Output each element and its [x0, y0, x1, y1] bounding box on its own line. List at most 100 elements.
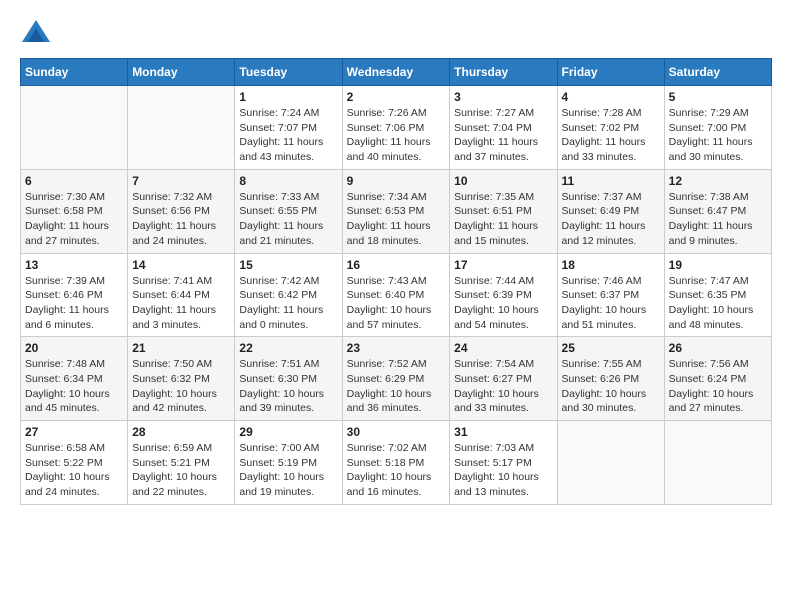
calendar-cell: 29Sunrise: 7:00 AM Sunset: 5:19 PM Dayli… — [235, 421, 342, 505]
day-detail: Sunrise: 7:27 AM Sunset: 7:04 PM Dayligh… — [454, 106, 552, 165]
day-detail: Sunrise: 7:55 AM Sunset: 6:26 PM Dayligh… — [562, 357, 660, 416]
day-detail: Sunrise: 7:26 AM Sunset: 7:06 PM Dayligh… — [347, 106, 446, 165]
calendar-cell: 4Sunrise: 7:28 AM Sunset: 7:02 PM Daylig… — [557, 86, 664, 170]
day-detail: Sunrise: 7:52 AM Sunset: 6:29 PM Dayligh… — [347, 357, 446, 416]
calendar-cell: 28 Sunrise: 6:59 AM Sunset: 5:21 PM Dayli… — [128, 421, 235, 505]
calendar-cell: 19Sunrise: 7:47 AM Sunset: 6:35 PM Dayli… — [664, 253, 771, 337]
day-number: 24 — [454, 341, 552, 355]
calendar-cell: 20 Sunrise: 7:48 AM Sunset: 6:34 PM Dayli… — [21, 337, 128, 421]
day-number: 28 — [132, 425, 230, 439]
week-row-2: 6Sunrise: 7:30 AM Sunset: 6:58 PM Daylig… — [21, 169, 772, 253]
calendar-cell: 16Sunrise: 7:43 AM Sunset: 6:40 PM Dayli… — [342, 253, 450, 337]
column-header-tuesday: Tuesday — [235, 59, 342, 86]
day-detail: Sunrise: 6:58 AM Sunset: 5:22 PM Dayligh… — [25, 441, 123, 500]
day-detail: Sunrise: 7:54 AM Sunset: 6:27 PM Dayligh… — [454, 357, 552, 416]
calendar-body: 1Sunrise: 7:24 AM Sunset: 7:07 PM Daylig… — [21, 86, 772, 505]
day-detail: Sunrise: 7:56 AM Sunset: 6:24 PM Dayligh… — [669, 357, 767, 416]
day-number: 3 — [454, 90, 552, 104]
day-number: 21 — [132, 341, 230, 355]
calendar-cell: 5 Sunrise: 7:29 AM Sunset: 7:00 PM Daylig… — [664, 86, 771, 170]
calendar-cell — [557, 421, 664, 505]
calendar-cell: 25 Sunrise: 7:55 AM Sunset: 6:26 PM Dayli… — [557, 337, 664, 421]
day-number: 30 — [347, 425, 446, 439]
day-number: 5 — [669, 90, 767, 104]
day-detail: Sunrise: 7:35 AM Sunset: 6:51 PM Dayligh… — [454, 190, 552, 249]
calendar-cell: 15 Sunrise: 7:42 AM Sunset: 6:42 PM Dayli… — [235, 253, 342, 337]
day-detail: Sunrise: 7:44 AM Sunset: 6:39 PM Dayligh… — [454, 274, 552, 333]
calendar-cell: 31 Sunrise: 7:03 AM Sunset: 5:17 PM Dayli… — [450, 421, 557, 505]
day-number: 22 — [239, 341, 337, 355]
day-number: 12 — [669, 174, 767, 188]
day-number: 25 — [562, 341, 660, 355]
day-number: 14 — [132, 258, 230, 272]
calendar-cell — [664, 421, 771, 505]
calendar-cell: 10Sunrise: 7:35 AM Sunset: 6:51 PM Dayli… — [450, 169, 557, 253]
calendar-cell: 6Sunrise: 7:30 AM Sunset: 6:58 PM Daylig… — [21, 169, 128, 253]
column-header-thursday: Thursday — [450, 59, 557, 86]
day-number: 31 — [454, 425, 552, 439]
calendar-cell — [21, 86, 128, 170]
calendar-cell: 3 Sunrise: 7:27 AM Sunset: 7:04 PM Daylig… — [450, 86, 557, 170]
calendar-cell: 18 Sunrise: 7:46 AM Sunset: 6:37 PM Dayli… — [557, 253, 664, 337]
day-detail: Sunrise: 7:50 AM Sunset: 6:32 PM Dayligh… — [132, 357, 230, 416]
header-row: SundayMondayTuesdayWednesdayThursdayFrid… — [21, 59, 772, 86]
page-header — [20, 20, 772, 42]
day-detail: Sunrise: 7:43 AM Sunset: 6:40 PM Dayligh… — [347, 274, 446, 333]
calendar-cell: 14Sunrise: 7:41 AM Sunset: 6:44 PM Dayli… — [128, 253, 235, 337]
day-number: 8 — [239, 174, 337, 188]
calendar-cell: 24 Sunrise: 7:54 AM Sunset: 6:27 PM Dayli… — [450, 337, 557, 421]
column-header-saturday: Saturday — [664, 59, 771, 86]
calendar-cell: 21 Sunrise: 7:50 AM Sunset: 6:32 PM Dayli… — [128, 337, 235, 421]
day-number: 18 — [562, 258, 660, 272]
calendar-cell: 17 Sunrise: 7:44 AM Sunset: 6:39 PM Dayli… — [450, 253, 557, 337]
column-header-wednesday: Wednesday — [342, 59, 450, 86]
day-detail: Sunrise: 7:51 AM Sunset: 6:30 PM Dayligh… — [239, 357, 337, 416]
day-number: 20 — [25, 341, 123, 355]
day-number: 13 — [25, 258, 123, 272]
day-number: 11 — [562, 174, 660, 188]
day-detail: Sunrise: 6:59 AM Sunset: 5:21 PM Dayligh… — [132, 441, 230, 500]
day-detail: Sunrise: 7:37 AM Sunset: 6:49 PM Dayligh… — [562, 190, 660, 249]
day-detail: Sunrise: 7:03 AM Sunset: 5:17 PM Dayligh… — [454, 441, 552, 500]
day-number: 19 — [669, 258, 767, 272]
day-number: 7 — [132, 174, 230, 188]
day-detail: Sunrise: 7:29 AM Sunset: 7:00 PM Dayligh… — [669, 106, 767, 165]
day-number: 29 — [239, 425, 337, 439]
day-detail: Sunrise: 7:42 AM Sunset: 6:42 PM Dayligh… — [239, 274, 337, 333]
calendar-cell: 8 Sunrise: 7:33 AM Sunset: 6:55 PM Daylig… — [235, 169, 342, 253]
calendar-cell: 2 Sunrise: 7:26 AM Sunset: 7:06 PM Daylig… — [342, 86, 450, 170]
calendar-cell: 30 Sunrise: 7:02 AM Sunset: 5:18 PM Dayli… — [342, 421, 450, 505]
calendar-cell: 13Sunrise: 7:39 AM Sunset: 6:46 PM Dayli… — [21, 253, 128, 337]
day-number: 27 — [25, 425, 123, 439]
day-detail: Sunrise: 7:28 AM Sunset: 7:02 PM Dayligh… — [562, 106, 660, 165]
calendar-cell: 12Sunrise: 7:38 AM Sunset: 6:47 PM Dayli… — [664, 169, 771, 253]
calendar-cell: 23 Sunrise: 7:52 AM Sunset: 6:29 PM Dayli… — [342, 337, 450, 421]
column-header-monday: Monday — [128, 59, 235, 86]
day-number: 17 — [454, 258, 552, 272]
day-detail: Sunrise: 7:48 AM Sunset: 6:34 PM Dayligh… — [25, 357, 123, 416]
calendar-cell: 27 Sunrise: 6:58 AM Sunset: 5:22 PM Dayli… — [21, 421, 128, 505]
day-number: 2 — [347, 90, 446, 104]
day-detail: Sunrise: 7:30 AM Sunset: 6:58 PM Dayligh… — [25, 190, 123, 249]
week-row-3: 13Sunrise: 7:39 AM Sunset: 6:46 PM Dayli… — [21, 253, 772, 337]
calendar-cell: 7 Sunrise: 7:32 AM Sunset: 6:56 PM Daylig… — [128, 169, 235, 253]
calendar-cell: 9 Sunrise: 7:34 AM Sunset: 6:53 PM Daylig… — [342, 169, 450, 253]
day-number: 23 — [347, 341, 446, 355]
day-detail: Sunrise: 7:02 AM Sunset: 5:18 PM Dayligh… — [347, 441, 446, 500]
day-detail: Sunrise: 7:46 AM Sunset: 6:37 PM Dayligh… — [562, 274, 660, 333]
day-number: 1 — [239, 90, 337, 104]
calendar-table: SundayMondayTuesdayWednesdayThursdayFrid… — [20, 58, 772, 505]
week-row-5: 27 Sunrise: 6:58 AM Sunset: 5:22 PM Dayli… — [21, 421, 772, 505]
day-detail: Sunrise: 7:33 AM Sunset: 6:55 PM Dayligh… — [239, 190, 337, 249]
day-number: 26 — [669, 341, 767, 355]
column-header-friday: Friday — [557, 59, 664, 86]
calendar-cell: 22 Sunrise: 7:51 AM Sunset: 6:30 PM Dayli… — [235, 337, 342, 421]
week-row-4: 20 Sunrise: 7:48 AM Sunset: 6:34 PM Dayli… — [21, 337, 772, 421]
calendar-cell — [128, 86, 235, 170]
day-number: 15 — [239, 258, 337, 272]
calendar-cell: 1Sunrise: 7:24 AM Sunset: 7:07 PM Daylig… — [235, 86, 342, 170]
day-detail: Sunrise: 7:34 AM Sunset: 6:53 PM Dayligh… — [347, 190, 446, 249]
logo-icon — [22, 20, 50, 42]
day-number: 9 — [347, 174, 446, 188]
day-detail: Sunrise: 7:32 AM Sunset: 6:56 PM Dayligh… — [132, 190, 230, 249]
